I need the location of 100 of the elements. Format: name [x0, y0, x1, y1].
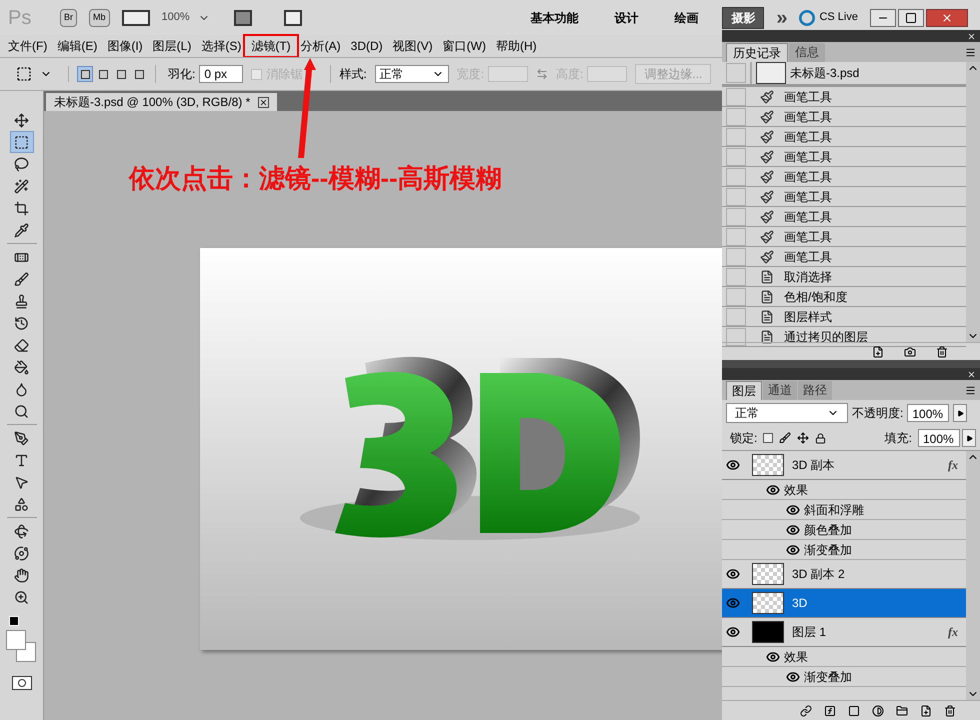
- effects-badge[interactable]: fx: [948, 623, 958, 641]
- source-checkbox[interactable]: [726, 88, 746, 106]
- lock-all-icon[interactable]: [815, 432, 826, 444]
- scrollbar[interactable]: [966, 451, 980, 700]
- visibility-eye-icon[interactable]: [726, 625, 740, 639]
- history-step[interactable]: 通过拷贝的图层: [722, 327, 966, 347]
- history-step[interactable]: 画笔工具: [722, 227, 966, 247]
- selection-mode-button[interactable]: [77, 66, 93, 82]
- history-step[interactable]: 画笔工具: [722, 187, 966, 207]
- source-checkbox[interactable]: [726, 268, 746, 286]
- menu-item[interactable]: 3D(D): [350, 37, 383, 55]
- marquee-tool-icon[interactable]: [10, 131, 34, 153]
- antialias-checkbox[interactable]: [251, 68, 262, 80]
- close-panel-icon[interactable]: [967, 370, 976, 378]
- visibility-eye-icon[interactable]: [786, 670, 800, 684]
- layer-row[interactable]: 图层 1 fx: [722, 618, 966, 647]
- menu-item[interactable]: 帮助(H): [496, 37, 537, 55]
- close-button[interactable]: [926, 8, 968, 26]
- triangle-icon[interactable]: [966, 434, 972, 442]
- app-launch-button[interactable]: Br: [60, 8, 77, 26]
- source-checkbox[interactable]: [726, 108, 746, 126]
- trash-icon[interactable]: [936, 346, 948, 358]
- history-step[interactable]: 画笔工具: [722, 167, 966, 187]
- quick-mask-icon[interactable]: [12, 676, 32, 690]
- menu-item[interactable]: 选择(S): [201, 37, 242, 55]
- fill-slider-button[interactable]: [962, 429, 976, 447]
- history-step[interactable]: 画笔工具: [722, 87, 966, 107]
- cs-live-menu[interactable]: CS Live: [819, 9, 858, 26]
- screen-mode-icon[interactable]: [284, 10, 302, 26]
- history-step[interactable]: 画笔工具: [722, 247, 966, 267]
- source-checkbox[interactable]: [726, 208, 746, 226]
- arrange-documents-icon[interactable]: [234, 10, 252, 26]
- close-panel-icon[interactable]: [967, 32, 976, 40]
- source-checkbox[interactable]: [726, 168, 746, 186]
- panel-tab[interactable]: 信息: [789, 43, 825, 62]
- visibility-eye-icon[interactable]: [726, 458, 740, 472]
- view-extras-icon[interactable]: [122, 10, 150, 26]
- source-checkbox[interactable]: [726, 228, 746, 246]
- visibility-eye-icon[interactable]: [766, 482, 780, 496]
- source-checkbox[interactable]: [726, 148, 746, 166]
- default-colors-icon[interactable]: [8, 616, 18, 626]
- mask-icon[interactable]: [848, 704, 860, 716]
- zoom-dropdown[interactable]: 100%: [162, 9, 210, 26]
- source-checkbox[interactable]: [726, 188, 746, 206]
- opacity-field[interactable]: 100%: [907, 404, 950, 422]
- layer-name[interactable]: 3D 副本: [792, 456, 948, 474]
- visibility-eye-icon[interactable]: [786, 522, 800, 536]
- effect-name[interactable]: 渐变叠加: [804, 668, 852, 686]
- source-checkbox[interactable]: [726, 328, 746, 346]
- layer-row[interactable]: 3D 副本 fx: [722, 451, 966, 480]
- document-tab[interactable]: 未标题-3.psd @ 100% (3D, RGB/8) *: [46, 93, 278, 111]
- style-dropdown[interactable]: 正常: [374, 65, 449, 83]
- panel-tab[interactable]: 通道: [763, 381, 797, 400]
- lock-pixels-icon[interactable]: [779, 432, 792, 444]
- source-checkbox[interactable]: [726, 63, 746, 83]
- visibility-eye-icon[interactable]: [766, 650, 780, 664]
- scrollbar[interactable]: [966, 62, 980, 342]
- lock-transparency-icon[interactable]: [763, 433, 774, 443]
- workspace-button[interactable]: 基本功能: [518, 6, 590, 28]
- source-checkbox[interactable]: [726, 248, 746, 266]
- source-checkbox[interactable]: [726, 128, 746, 146]
- workspace-button[interactable]: 摄影: [722, 6, 764, 28]
- folder-icon[interactable]: [896, 704, 908, 716]
- effect-name[interactable]: 颜色叠加: [804, 520, 852, 538]
- new-layer-icon[interactable]: [920, 704, 932, 716]
- menu-item[interactable]: 编辑(E): [57, 37, 98, 55]
- history-step[interactable]: 画笔工具: [722, 127, 966, 147]
- marquee-tool-icon[interactable]: [16, 66, 32, 82]
- effect-name[interactable]: 斜面和浮雕: [804, 500, 864, 518]
- history-step[interactable]: 取消选择: [722, 267, 966, 287]
- layer-name[interactable]: 图层 1: [792, 623, 948, 641]
- trash-icon[interactable]: [944, 704, 956, 716]
- menu-item[interactable]: 滤镜(T): [243, 34, 299, 58]
- new-document-icon[interactable]: [872, 346, 884, 358]
- camera-icon[interactable]: [904, 346, 916, 358]
- history-step[interactable]: 画笔工具: [722, 107, 966, 127]
- effects-badge[interactable]: fx: [948, 456, 958, 474]
- menu-item[interactable]: 视图(V): [392, 37, 433, 55]
- layer-name[interactable]: 3D 副本 2: [792, 565, 966, 583]
- adjustment-icon[interactable]: [872, 704, 884, 716]
- source-checkbox[interactable]: [726, 288, 746, 306]
- blend-mode-dropdown[interactable]: 正常: [726, 403, 848, 423]
- panel-menu-icon[interactable]: [965, 47, 976, 58]
- feather-field[interactable]: 0 px: [199, 65, 244, 83]
- menu-item[interactable]: 图层(L): [152, 37, 192, 55]
- menu-item[interactable]: 分析(A): [300, 37, 341, 55]
- history-step[interactable]: 画笔工具: [722, 207, 966, 227]
- visibility-eye-icon[interactable]: [786, 502, 800, 516]
- fill-field[interactable]: 100%: [918, 429, 960, 447]
- app-launch-button[interactable]: Mb: [89, 8, 110, 26]
- add-style-icon[interactable]: [824, 704, 836, 716]
- link-icon[interactable]: [800, 704, 812, 716]
- menu-item[interactable]: 图像(I): [107, 37, 143, 55]
- history-step[interactable]: 画笔工具: [722, 147, 966, 167]
- history-step[interactable]: 图层样式: [722, 307, 966, 327]
- close-icon[interactable]: [258, 96, 270, 108]
- maximize-button[interactable]: [898, 8, 924, 26]
- width-field[interactable]: [488, 66, 528, 82]
- effect-name[interactable]: 渐变叠加: [804, 540, 852, 558]
- color-swatches[interactable]: [6, 630, 38, 664]
